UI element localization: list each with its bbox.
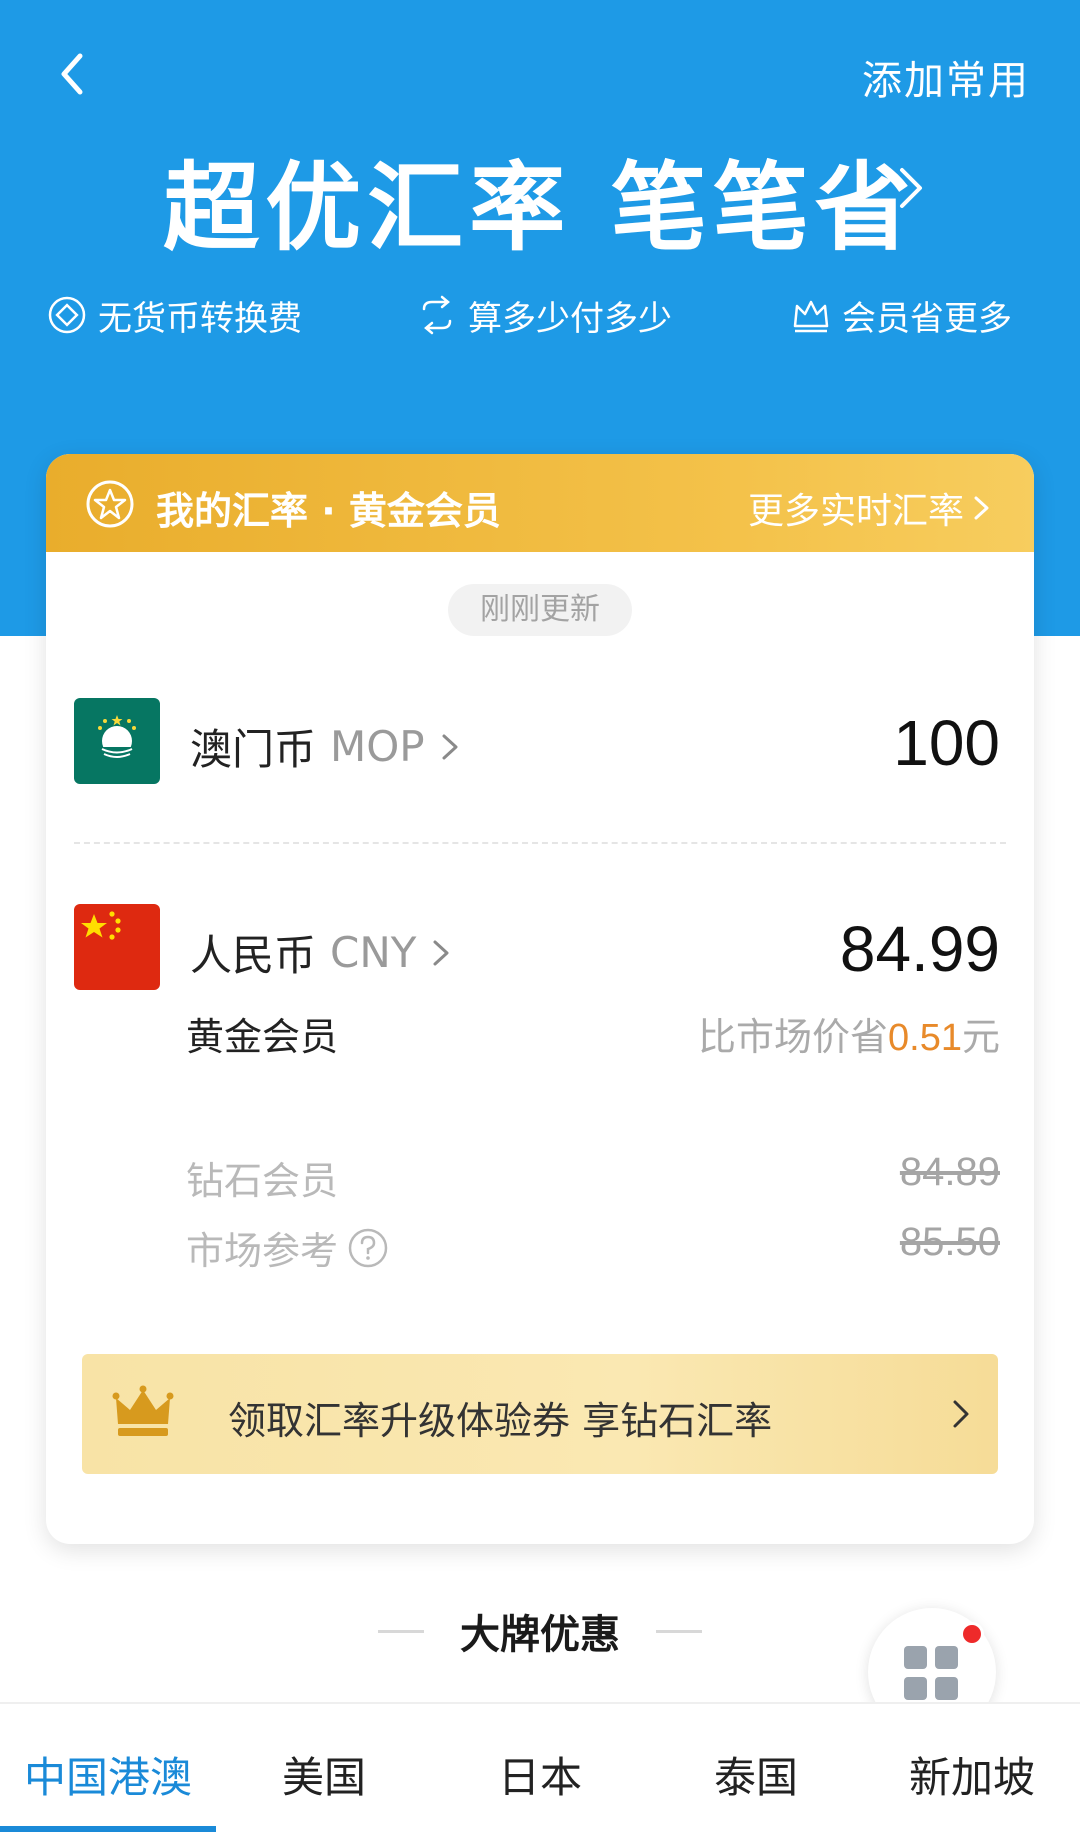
gold-member-label: 黄金会员: [186, 1015, 339, 1059]
currency-divider: [74, 842, 1006, 844]
tab-usa[interactable]: 美国: [224, 1744, 424, 1805]
china-flag-icon: [74, 904, 160, 990]
currency-code: MOP: [330, 722, 425, 771]
grid-icon: [902, 1644, 960, 1702]
exchange-rate-card: 我的汇率 · 黄金会员 更多实时汇率 刚刚更新 澳门币 MOP 100 人民币 …: [46, 454, 1034, 1544]
region-tab-bar: 中国港澳 美国 日本 泰国 新加坡: [0, 1702, 1080, 1848]
currency-code: CNY: [330, 928, 417, 977]
diamond-member-label: 钻石会员: [186, 1159, 339, 1203]
chevron-right-icon: [433, 940, 449, 965]
tab-singapore[interactable]: 新加坡: [872, 1744, 1072, 1805]
card-header: 我的汇率 · 黄金会员 更多实时汇率: [46, 454, 1034, 552]
upgrade-coupon-banner[interactable]: 领取汇率升级体验券 享钻石汇率: [82, 1354, 998, 1474]
crown-outline-icon: [790, 294, 832, 336]
market-reference-value: 85.50: [899, 1220, 1000, 1264]
diamond-member-rate-row: 钻石会员 84.89: [186, 1150, 1000, 1206]
currency-name: 澳门币: [190, 725, 317, 774]
savings-amount: 0.51: [888, 1017, 962, 1059]
more-rates-label: 更多实时汇率: [747, 491, 964, 532]
more-rates-link[interactable]: 更多实时汇率: [748, 482, 994, 534]
tab-hk-macau[interactable]: 中国港澳: [8, 1744, 208, 1805]
target-currency-selector[interactable]: 人民币 CNY: [190, 922, 454, 983]
feature-label: 无货币转换费: [98, 298, 302, 339]
active-tab-indicator: [0, 1826, 216, 1832]
decorative-line: [656, 1630, 702, 1633]
add-common-button[interactable]: 添加常用: [862, 48, 1030, 106]
diamond-member-value: 84.89: [899, 1150, 1000, 1194]
notification-dot: [960, 1622, 984, 1646]
chevron-right-icon: [948, 1392, 974, 1436]
savings-unit: 元: [961, 1017, 1000, 1059]
savings-prefix: 比市场价省: [698, 1017, 889, 1059]
feature-label: 算多少付多少: [468, 298, 672, 339]
chevron-right-icon: [442, 734, 458, 759]
crown-icon: [112, 1384, 174, 1442]
tab-thailand[interactable]: 泰国: [656, 1744, 856, 1805]
coin-exchange-icon: [46, 294, 88, 336]
update-status-badge: 刚刚更新: [448, 584, 632, 636]
back-arrow-icon: [61, 53, 83, 95]
source-currency-selector[interactable]: 澳门币 MOP: [190, 716, 463, 777]
tab-japan[interactable]: 日本: [440, 1744, 640, 1805]
source-currency-row: 澳门币 MOP 100: [46, 698, 1034, 788]
swap-arrows-icon: [416, 294, 458, 336]
feature-member-savings: 会员省更多: [790, 285, 1012, 345]
card-title: 我的汇率 · 黄金会员: [156, 489, 501, 533]
savings-text: 比市场价省0.51元: [698, 1006, 1000, 1061]
help-icon[interactable]: [346, 1226, 390, 1270]
market-reference-label-wrap: 市场参考: [186, 1220, 390, 1275]
target-currency-row: 人民币 CNY 84.99: [46, 904, 1034, 994]
promo-text: 领取汇率升级体验券 享钻石汇率: [228, 1399, 773, 1443]
feature-no-conversion-fee: 无货币转换费: [46, 285, 302, 345]
gold-member-rate-row: 黄金会员 比市场价省0.51元: [186, 1006, 1000, 1062]
feature-pay-exact: 算多少付多少: [416, 285, 672, 345]
feature-list: 无货币转换费 算多少付多少 会员省更多: [0, 285, 1080, 345]
chevron-right-icon[interactable]: [892, 160, 932, 216]
star-badge-icon: [84, 478, 136, 530]
back-button[interactable]: [52, 44, 112, 104]
market-reference-row: 市场参考 85.50: [186, 1220, 1000, 1276]
macau-flag-icon: [74, 698, 160, 784]
chevron-right-icon: [974, 496, 989, 520]
feature-label: 会员省更多: [842, 298, 1012, 339]
currency-name: 人民币: [190, 931, 317, 980]
target-amount: 84.99: [839, 913, 1000, 985]
market-reference-label: 市场参考: [186, 1229, 339, 1273]
source-amount-input[interactable]: 100: [893, 706, 1000, 780]
